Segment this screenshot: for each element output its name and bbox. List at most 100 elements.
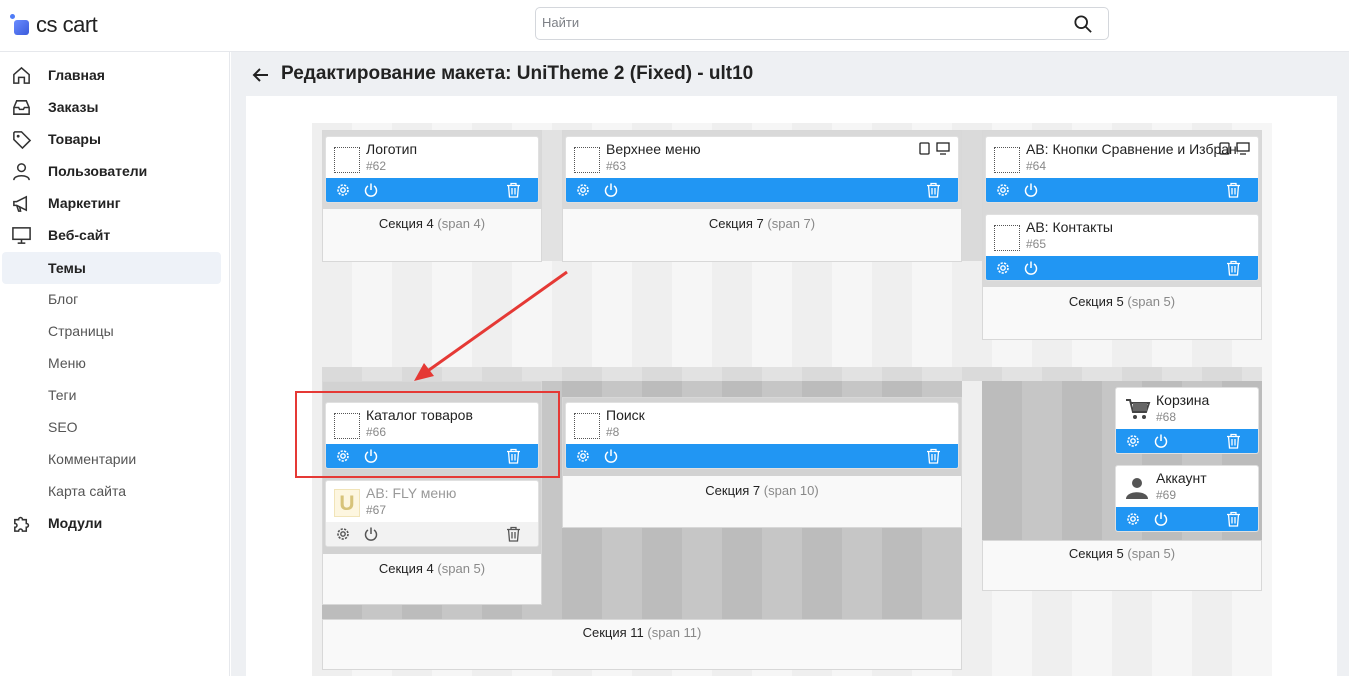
section-label: Секция 11 (span 11) (582, 625, 702, 640)
search-input[interactable] (542, 15, 1042, 30)
block-logo[interactable]: Логотип #62 (325, 136, 539, 203)
megaphone-icon (13, 195, 28, 212)
gear-icon[interactable] (1125, 433, 1141, 449)
sidebar-item-label: SEO (48, 419, 78, 435)
gear-icon[interactable] (995, 260, 1011, 276)
power-icon[interactable] (1153, 433, 1169, 449)
sidebar-item-website[interactable]: Веб-сайт (0, 219, 230, 251)
block-id: #64 (1026, 159, 1047, 173)
block-placeholder-icon (334, 147, 360, 173)
gear-icon[interactable] (575, 182, 591, 198)
section-label: Секция 4 (span 5) (378, 561, 486, 576)
block-id: #69 (1156, 488, 1177, 502)
section-label: Секция 4 (span 4) (378, 216, 486, 231)
sidebar-item-comments[interactable]: Комментарии (0, 443, 230, 475)
block-fly-menu[interactable]: U AB: FLY меню #67 (325, 480, 539, 547)
trash-icon[interactable] (1226, 433, 1241, 449)
sidebar-item-label: Комментарии (48, 451, 137, 467)
block-placeholder-icon (994, 147, 1020, 173)
sidebar-item-blog[interactable]: Блог (0, 283, 230, 315)
block-toolbar (326, 522, 538, 546)
back-arrow-icon[interactable] (251, 65, 271, 85)
block-account[interactable]: Аккаунт #69 (1115, 465, 1259, 532)
block-toolbar (1116, 429, 1258, 453)
desktop-icon[interactable] (1236, 142, 1250, 155)
sidebar-item-label: Меню (48, 355, 86, 371)
block-toolbar (1116, 507, 1258, 531)
block-id: #8 (606, 425, 620, 439)
inbox-icon (13, 100, 30, 115)
power-icon[interactable] (1153, 511, 1169, 527)
block-name: Верхнее меню (606, 141, 701, 157)
block-compare-favorites[interactable]: AB: Кнопки Сравнение и Избранное #64 (985, 136, 1259, 203)
top-bar: cs cart (0, 0, 1349, 52)
gear-icon[interactable] (575, 448, 591, 464)
sidebar-item-products[interactable]: Товары (0, 123, 230, 155)
gear-icon[interactable] (335, 182, 351, 198)
sidebar-item-label: Маркетинг (48, 195, 121, 211)
block-toolbar (326, 178, 538, 202)
power-icon[interactable] (1023, 182, 1039, 198)
block-search[interactable]: Поиск #8 (565, 402, 959, 469)
sidebar: Главная Заказы Товары Пользователи Марке… (0, 52, 230, 676)
block-toolbar (566, 444, 958, 468)
sidebar-item-marketing[interactable]: Маркетинг (0, 187, 230, 219)
trash-icon[interactable] (506, 526, 521, 542)
sidebar-item-pages[interactable]: Страницы (0, 315, 230, 347)
search-icon[interactable] (1074, 15, 1092, 33)
search-box (535, 7, 1109, 40)
sidebar-item-sitemap[interactable]: Карта сайта (0, 475, 230, 507)
sidebar-item-addons[interactable]: Модули (0, 507, 230, 539)
tablet-icon[interactable] (919, 142, 930, 155)
trash-icon[interactable] (506, 182, 521, 198)
sidebar-item-tags[interactable]: Теги (0, 379, 230, 411)
trash-icon[interactable] (926, 182, 941, 198)
logo-text: cs cart (36, 12, 98, 37)
sidebar-item-home[interactable]: Главная (0, 59, 230, 91)
trash-icon[interactable] (926, 448, 941, 464)
cart-icon (1126, 399, 1151, 419)
block-toolbar (986, 256, 1258, 280)
trash-icon[interactable] (1226, 511, 1241, 527)
sidebar-item-users[interactable]: Пользователи (0, 155, 230, 187)
logo-mark-icon (8, 12, 32, 38)
gear-icon[interactable] (1125, 511, 1141, 527)
sidebar-item-label: Пользователи (48, 163, 148, 179)
sidebar-item-label: Веб-сайт (48, 227, 111, 243)
section-label: Секция 5 (span 5) (1068, 294, 1176, 309)
block-name: Корзина (1156, 392, 1210, 408)
block-contacts[interactable]: AB: Контакты #65 (985, 214, 1259, 281)
logo[interactable]: cs cart (8, 12, 98, 38)
desktop-icon[interactable] (936, 142, 950, 155)
block-placeholder-icon (574, 147, 600, 173)
sidebar-item-themes[interactable]: Темы (2, 252, 221, 284)
trash-icon[interactable] (1226, 260, 1241, 276)
block-top-menu[interactable]: Верхнее меню #63 (565, 136, 959, 203)
sidebar-item-label: Товары (48, 131, 101, 147)
gear-icon[interactable] (995, 182, 1011, 198)
power-icon[interactable] (363, 182, 379, 198)
section-11[interactable]: Секция 11 (span 11) (322, 619, 962, 670)
sidebar-item-label: Модули (48, 515, 103, 531)
power-icon[interactable] (1023, 260, 1039, 276)
fly-menu-icon: U (334, 489, 360, 517)
block-name: AB: Кнопки Сравнение и Избранное (1026, 141, 1238, 157)
section-5-row2[interactable]: Секция 5 (span 5) (982, 540, 1262, 591)
trash-icon[interactable] (1226, 182, 1241, 198)
power-icon[interactable] (603, 182, 619, 198)
gear-icon[interactable] (335, 526, 351, 542)
sidebar-item-orders[interactable]: Заказы (0, 91, 230, 123)
block-name: AB: Контакты (1026, 219, 1113, 235)
block-id: #62 (366, 159, 387, 173)
sidebar-item-menu[interactable]: Меню (0, 347, 230, 379)
puzzle-icon (14, 516, 30, 532)
power-icon[interactable] (603, 448, 619, 464)
power-icon[interactable] (363, 526, 379, 542)
block-id: #68 (1156, 410, 1177, 424)
section-label: Секция 7 (span 7) (708, 216, 816, 231)
tablet-icon[interactable] (1219, 142, 1230, 155)
home-icon (13, 66, 30, 84)
sidebar-item-label: Карта сайта (48, 483, 126, 499)
sidebar-item-seo[interactable]: SEO (0, 411, 230, 443)
block-cart[interactable]: Корзина #68 (1115, 387, 1259, 454)
